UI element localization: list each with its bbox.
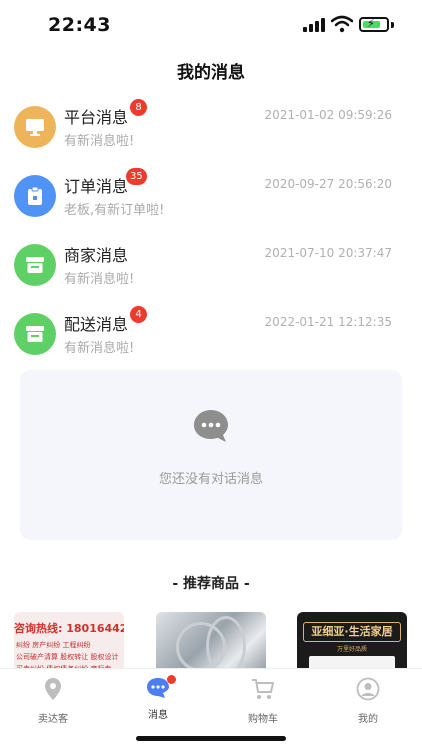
message-item-delivery[interactable]: 配送消息 4 有新消息啦! 2022-01-21 12:12:35 <box>0 306 422 367</box>
tab-label: 我的 <box>358 714 378 725</box>
wifi-icon <box>331 15 353 33</box>
message-time: 2021-01-02 09:59:26 <box>264 108 392 122</box>
battery-icon: ⚡ <box>359 17 389 32</box>
recommend-title: - 推荐商品 - <box>172 576 250 592</box>
message-title: 订单消息 35 <box>64 168 147 197</box>
product-subtitle: 万里好品质 <box>336 646 367 653</box>
tab-profile[interactable]: 我的 <box>333 677 403 725</box>
message-item-platform[interactable]: 平台消息 8 有新消息啦! 2021-01-02 09:59:26 <box>0 99 422 160</box>
location-pin-icon <box>45 678 61 700</box>
tab-label: 购物车 <box>248 714 278 725</box>
message-time: 2021-07-10 20:37:47 <box>264 246 392 260</box>
tab-home[interactable]: 卖达客 <box>18 677 88 725</box>
unread-badge: 8 <box>130 99 147 116</box>
chat-empty-text: 您还没有对话消息 <box>158 472 263 487</box>
message-item-order[interactable]: 订单消息 35 老板,有新订单啦! 2020-09-27 20:56:20 <box>0 168 422 229</box>
page-title: 我的消息 <box>177 63 245 83</box>
home-indicator <box>136 736 286 741</box>
clipboard-icon <box>14 175 56 217</box>
cellular-signal-icon <box>303 18 325 32</box>
message-time: 2022-01-21 12:12:35 <box>264 315 392 329</box>
store-icon <box>14 313 56 355</box>
unread-badge: 35 <box>126 168 147 185</box>
notification-dot <box>167 675 176 684</box>
tab-messages[interactable]: 消息 <box>123 675 193 721</box>
message-item-merchant[interactable]: 商家消息 有新消息啦! 2021-07-10 20:37:47 <box>0 238 422 298</box>
battery-tip <box>391 22 394 28</box>
product-image-shape <box>206 616 246 676</box>
tab-label: 消息 <box>148 710 168 721</box>
product-brand: 亚细亚·生活家居 <box>303 622 401 642</box>
tab-label: 卖达客 <box>38 714 68 725</box>
product-text-line: 公司破产清算 股权转让 股权设计 <box>16 653 119 661</box>
message-title: 配送消息 4 <box>64 306 147 335</box>
chat-bubble-icon <box>146 675 176 701</box>
message-title: 平台消息 8 <box>64 99 147 128</box>
unread-badge: 4 <box>130 306 147 323</box>
message-time: 2020-09-27 20:56:20 <box>264 177 392 191</box>
user-icon <box>356 677 380 701</box>
message-subtitle: 老板,有新订单啦! <box>64 203 165 218</box>
message-subtitle: 有新消息啦! <box>64 272 135 287</box>
store-icon <box>14 244 56 286</box>
monitor-icon <box>14 106 56 148</box>
status-time: 22:43 <box>48 14 111 36</box>
tab-cart[interactable]: 购物车 <box>228 677 298 725</box>
chat-bubble-icon <box>194 410 228 442</box>
cart-icon <box>252 679 274 699</box>
message-subtitle: 有新消息啦! <box>64 134 135 149</box>
chat-empty-panel: 您还没有对话消息 <box>20 370 402 540</box>
message-title: 商家消息 <box>64 246 129 265</box>
status-bar: 22:43 ⚡ <box>0 0 422 50</box>
message-subtitle: 有新消息啦! <box>64 341 135 356</box>
product-hotline: 咨询热线: 18016442199 <box>14 622 124 635</box>
product-text-line: 纠纷 房产纠纷 工程纠纷 <box>16 641 91 649</box>
